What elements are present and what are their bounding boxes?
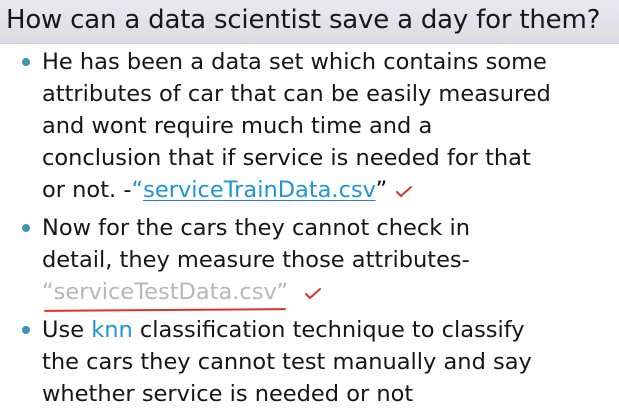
bullet-item-knn: Use knn classification technique to clas… [0,314,619,410]
close-quote: ” [375,177,388,203]
slide-title: How can a data scientist save a day for … [6,5,601,35]
bullet-line-last: or not. -“serviceTrainData.csv” [42,174,619,206]
bullet-dot [22,58,30,66]
title-bar: How can a data scientist save a day for … [0,0,619,44]
bullet-list: He has been a data set which contains so… [0,46,619,410]
bullet-line: He has been a data set which contains so… [42,49,547,75]
knn-highlight: knn [91,317,133,343]
bullet-line: Use knn classification technique to clas… [42,314,619,346]
bullet-item-train-data: He has been a data set which contains so… [0,46,619,206]
bullet-line: the cars they cannot test manually and s… [42,349,532,375]
bullet-dot [22,326,30,334]
test-data-file-text: “serviceTestData.csv” [42,279,289,305]
test-data-file-name: “serviceTestData.csv” [42,276,289,312]
open-quote: “ [131,177,144,203]
bullet-line: and wont require much time and a [42,113,433,139]
checkmark-icon [395,184,413,198]
bullet-line: conclusion that if service is needed for… [42,145,531,171]
checkmark-icon [304,286,322,300]
bullet-item-test-data: Now for the cars they cannot check in de… [0,212,619,312]
bullet-line: Now for the cars they cannot check in [42,215,470,241]
train-data-file-link[interactable]: serviceTrainData.csv [143,177,375,203]
bullet-line: detail, they measure those attributes- [42,247,470,273]
knn-suffix: classification technique to classify [132,317,525,343]
bullet-dot [22,224,30,232]
knn-prefix: Use [42,317,92,343]
red-underline-annotation [43,308,287,312]
bullet-line-file: “serviceTestData.csv” [42,276,619,312]
bullet-line: attributes of car that can be easily mea… [42,81,551,107]
bullet-line: whether service is needed or not [42,381,414,407]
bullet-line-prefix: or not. - [42,177,132,203]
